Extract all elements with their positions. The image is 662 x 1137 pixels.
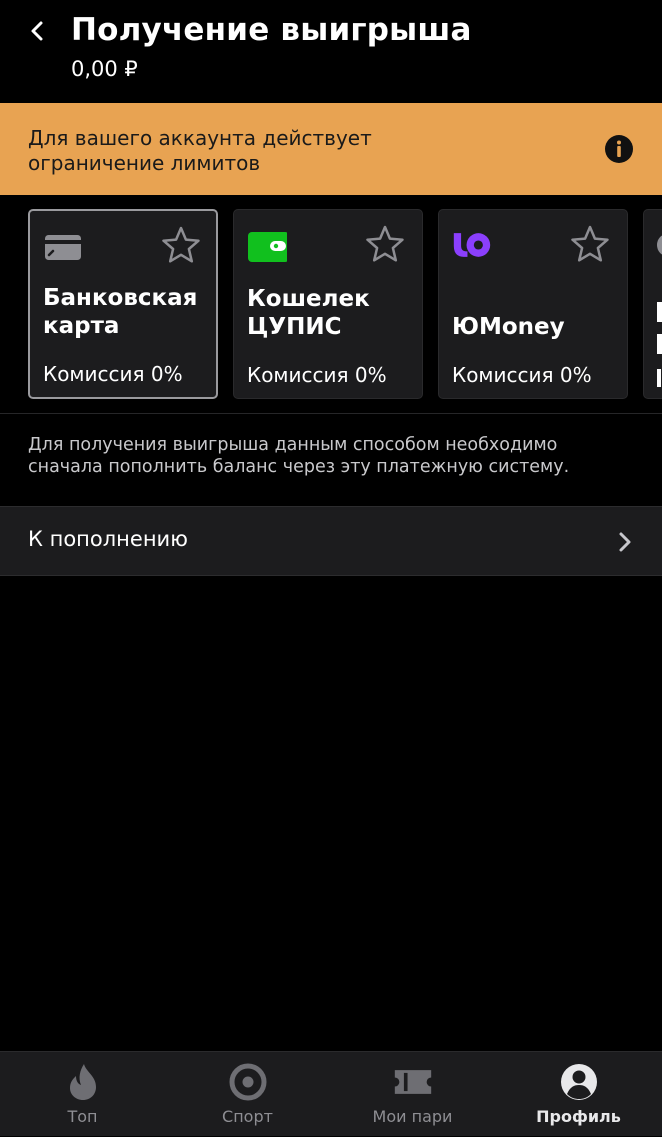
page-title: Получение выигрыша — [71, 12, 472, 48]
tab-top[interactable]: Топ — [0, 1052, 165, 1137]
payment-method-name: Кошелек ЦУПИС — [247, 286, 370, 340]
bank-card-icon — [45, 235, 81, 260]
payment-card-bank-card[interactable]: Банковская карта Комиссия 0% — [28, 209, 218, 399]
flame-icon — [69, 1064, 96, 1100]
tab-label: Мои пари — [372, 1107, 453, 1126]
tab-label: Спорт — [222, 1107, 273, 1126]
banner-text: Для вашего аккаунта действует ограничени… — [28, 126, 372, 175]
tab-my-bets[interactable]: Мои пари — [330, 1052, 495, 1137]
header: Получение выигрыша 0,00 ₽ — [0, 0, 662, 103]
payment-method-name: ЮMoney — [452, 314, 565, 340]
partial-card-text — [657, 334, 662, 354]
payment-card-cupis-wallet[interactable]: Кошелек ЦУПИС Комиссия 0% — [233, 209, 423, 399]
limit-warning-banner: Для вашего аккаунта действует ограничени… — [0, 103, 662, 195]
payment-methods-carousel[interactable]: Банковская карта Комиссия 0% Кошелек ЦУП… — [0, 209, 662, 400]
tab-profile[interactable]: Профиль — [496, 1052, 661, 1137]
payment-card-partial[interactable] — [643, 209, 662, 399]
divider — [0, 413, 662, 414]
yoomoney-icon — [453, 233, 491, 257]
partial-card-text — [657, 369, 661, 387]
partial-card-icon — [657, 234, 662, 256]
payment-method-name: Банковская карта — [43, 285, 198, 339]
tab-label: Профиль — [536, 1107, 621, 1126]
bottom-tab-bar: Топ Спорт Мои пари Профиль — [0, 1051, 662, 1136]
partial-card-text — [657, 302, 662, 322]
withdrawal-note: Для получения выигрыша данным способом н… — [28, 435, 570, 477]
tab-sport[interactable]: Спорт — [165, 1052, 330, 1137]
balance-amount: 0,00 ₽ — [71, 57, 138, 81]
topup-label: К пополнению — [28, 527, 188, 551]
payment-method-fee: Комиссия 0% — [43, 362, 183, 386]
tab-label: Топ — [67, 1107, 98, 1126]
star-icon[interactable] — [365, 224, 405, 264]
topup-link-row[interactable]: К пополнению — [0, 506, 662, 576]
profile-icon — [560, 1064, 597, 1100]
star-icon[interactable] — [161, 225, 201, 265]
info-icon[interactable] — [604, 134, 634, 164]
payment-method-fee: Комиссия 0% — [247, 363, 387, 387]
payment-card-yoomoney[interactable]: ЮMoney Комиссия 0% — [438, 209, 628, 399]
target-icon — [229, 1063, 266, 1101]
chevron-right-icon — [619, 532, 631, 552]
star-icon[interactable] — [570, 224, 610, 264]
ticket-icon — [394, 1070, 431, 1094]
payment-method-fee: Комиссия 0% — [452, 363, 592, 387]
wallet-icon — [248, 232, 287, 262]
back-arrow-icon[interactable] — [22, 14, 52, 48]
